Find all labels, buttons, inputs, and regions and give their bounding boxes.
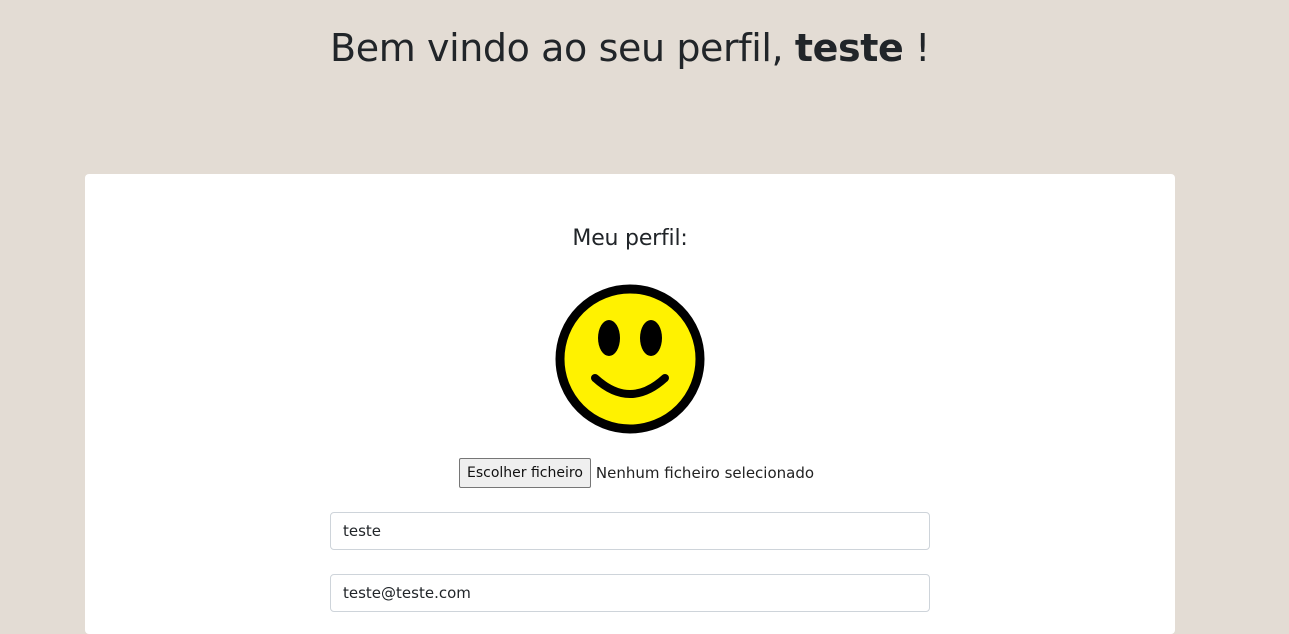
welcome-prefix: Bem vindo ao seu perfil, bbox=[330, 26, 784, 70]
page-title: Bem vindo ao seu perfil, teste ! bbox=[0, 22, 1260, 74]
smiley-face-icon bbox=[555, 284, 705, 434]
email-field[interactable] bbox=[330, 574, 930, 612]
file-upload: Escolher ficheiro Nenhum ficheiro seleci… bbox=[459, 458, 814, 488]
welcome-suffix: ! bbox=[915, 26, 930, 70]
profile-card: Meu perfil: Escolher ficheiro Nenhum fic… bbox=[85, 174, 1175, 634]
name-field[interactable] bbox=[330, 512, 930, 550]
section-title: Meu perfil: bbox=[572, 226, 688, 251]
file-status-text: Nenhum ficheiro selecionado bbox=[595, 464, 815, 482]
choose-file-button[interactable]: Escolher ficheiro bbox=[459, 458, 591, 488]
username: teste bbox=[794, 26, 904, 70]
